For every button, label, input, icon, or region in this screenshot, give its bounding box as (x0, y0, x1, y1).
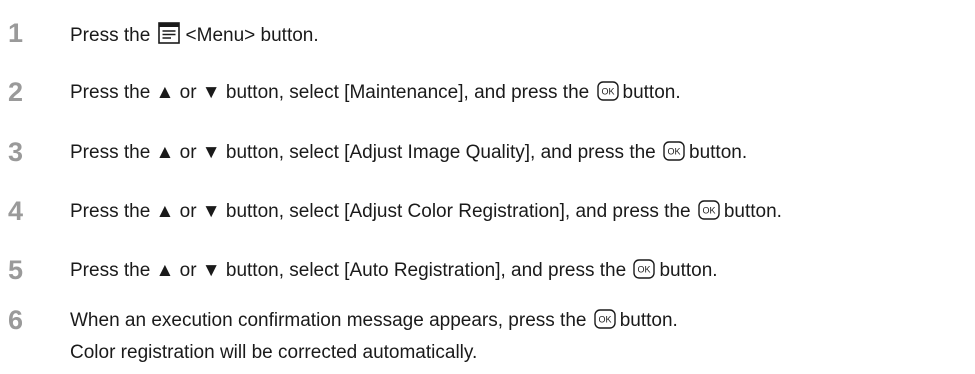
step-4: 4 Press the ▲ or ▼ button, select [Adjus… (0, 196, 975, 236)
step-text-after: button. (659, 260, 718, 281)
step-text-after: button. (723, 201, 782, 222)
ok-icon: OK (698, 200, 720, 220)
step-text-before: When an execution confirmation message a… (70, 310, 587, 331)
step-5: 5 Press the ▲ or ▼ button, select [Auto … (0, 255, 975, 295)
step-number: 3 (8, 137, 24, 167)
svg-text:OK: OK (638, 265, 651, 275)
step-text-after: button. (622, 82, 681, 103)
step-text-before: Press the ▲ or ▼ button, select [Mainten… (70, 82, 590, 103)
ok-icon: OK (633, 259, 656, 279)
ok-icon: OK (594, 309, 616, 329)
step-text-before: Press the ▲ or ▼ button, select [Auto Re… (70, 260, 627, 281)
step-text-after: button. (689, 142, 748, 163)
step-text: Press the ▲ or ▼ button, select [Mainten… (70, 81, 681, 105)
menu-icon (157, 22, 180, 44)
svg-text:OK: OK (702, 206, 715, 216)
step-1: 1 Press the <Menu> button. (0, 18, 975, 58)
step-text-before: Press the ▲ or ▼ button, select [Adjust … (70, 142, 656, 163)
svg-text:OK: OK (668, 147, 681, 157)
step-2: 2 Press the ▲ or ▼ button, select [Maint… (0, 77, 975, 117)
step-text: Press the ▲ or ▼ button, select [Adjust … (70, 141, 747, 165)
step-text-before: Press the ▲ or ▼ button, select [Adjust … (70, 201, 691, 222)
step-number: 2 (8, 77, 24, 107)
ok-icon: OK (663, 141, 685, 161)
step-text: When an execution confirmation message a… (70, 309, 678, 333)
step-3: 3 Press the ▲ or ▼ button, select [Adjus… (0, 137, 975, 177)
step-text-before: Press the (70, 25, 151, 46)
step-6: 6 When an execution confirmation message… (0, 305, 975, 345)
step-text: Press the ▲ or ▼ button, select [Auto Re… (70, 259, 718, 283)
svg-text:OK: OK (601, 87, 614, 97)
step-number: 5 (8, 255, 24, 285)
result-note: Color registration will be corrected aut… (70, 342, 478, 363)
step-text-after: <Menu> button. (185, 25, 319, 46)
step-text-after: button. (619, 310, 678, 331)
step-text: Press the ▲ or ▼ button, select [Adjust … (70, 200, 782, 224)
svg-text:OK: OK (598, 315, 611, 325)
step-text: Press the <Menu> button. (70, 22, 319, 48)
step-number: 1 (8, 18, 24, 48)
step-number: 6 (8, 305, 24, 335)
ok-icon: OK (596, 81, 619, 101)
step-number: 4 (8, 196, 24, 226)
